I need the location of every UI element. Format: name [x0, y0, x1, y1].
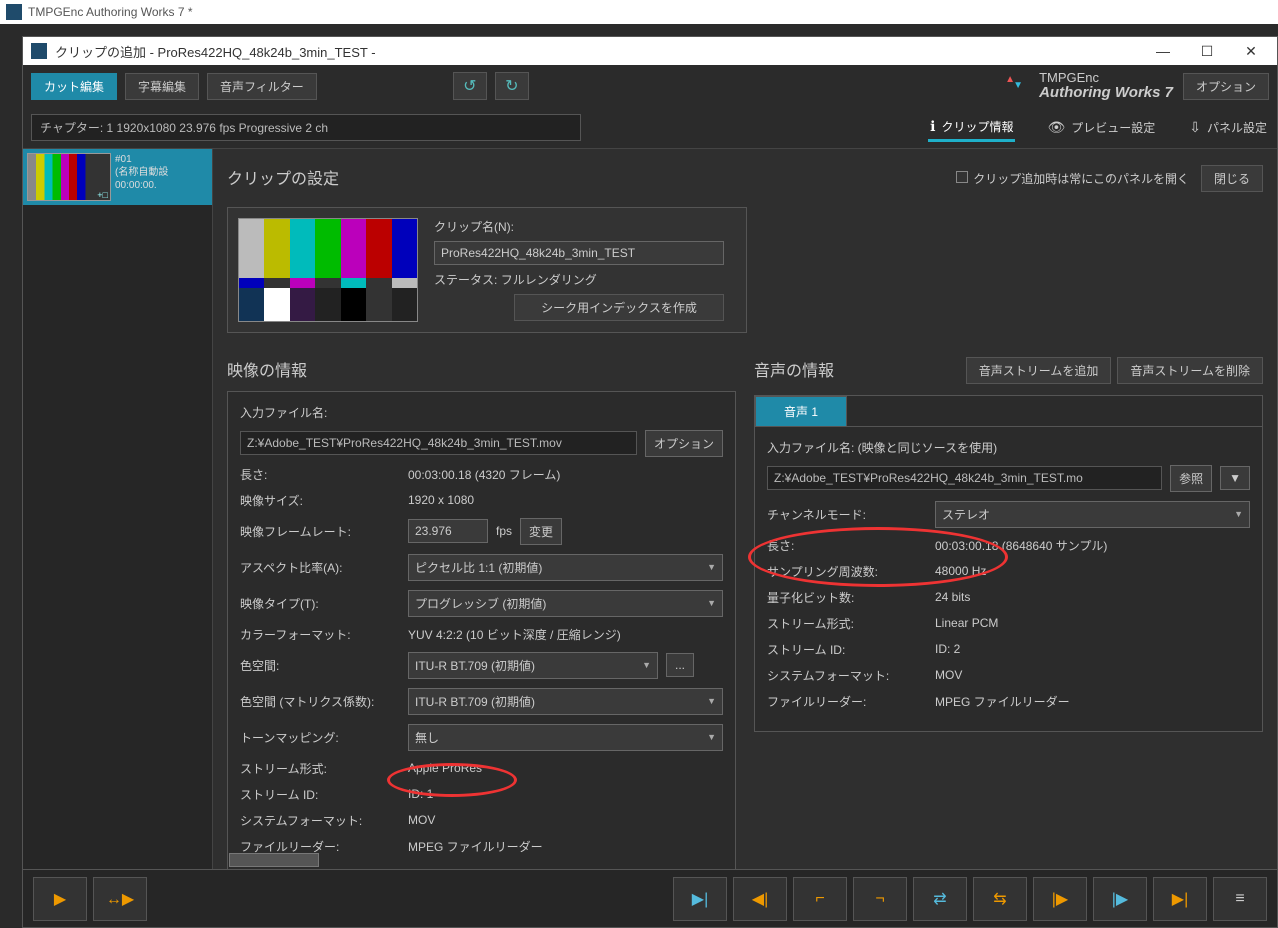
audio-length: 00:03:00.18 (8648640 サンプル): [935, 537, 1107, 554]
outer-titlebar: TMPGEnc Authoring Works 7 *: [0, 0, 1278, 24]
clip-name: (名称自動設: [115, 166, 168, 179]
status-label: ステータス:: [434, 273, 497, 287]
show-panel-checkbox[interactable]: クリップ追加時は常にこのパネルを開く: [956, 170, 1189, 187]
mark-out-button[interactable]: |▶: [1093, 877, 1147, 921]
add-audio-stream-button[interactable]: 音声ストリームを追加: [966, 357, 1112, 384]
audio-stream-id: ID: 2: [935, 642, 960, 656]
colorspace-more-button[interactable]: ...: [666, 653, 694, 677]
audio-dropdown-button[interactable]: ▼: [1220, 466, 1250, 490]
step-fwd-button[interactable]: |▶: [1033, 877, 1087, 921]
inner-window: クリップの追加 - ProRes422HQ_48k24b_3min_TEST -…: [22, 36, 1278, 928]
clip-list-item[interactable]: #01 (名称自動設 00:00:00.: [23, 149, 212, 205]
range-play-button[interactable]: ↔▶: [93, 877, 147, 921]
channel-mode-select[interactable]: ステレオ: [935, 501, 1250, 528]
logo-line2: Authoring Works 7: [1039, 84, 1173, 101]
video-input-path[interactable]: [240, 431, 637, 455]
clip-settings-panel: クリップ名(N): ステータス: フルレンダリング シーク用インデックスを作成: [227, 207, 747, 333]
step-back-button[interactable]: ◀|: [733, 877, 787, 921]
section-title: クリップの設定: [227, 165, 339, 189]
cut-edit-button[interactable]: カット編集: [31, 73, 117, 100]
audio-info-panel: 音声 1 入力ファイル名: (映像と同じソースを使用) 参照 ▼ チャンネルモー…: [754, 395, 1263, 732]
video-stream-id: ID: 1: [408, 787, 433, 801]
next-button[interactable]: ▶|: [1153, 877, 1207, 921]
video-length: 00:03:00.18 (4320 フレーム): [408, 466, 560, 483]
mark-in-button[interactable]: ▶|: [673, 877, 727, 921]
info-row: チャプター: 1 1920x1080 23.976 fps Progressiv…: [23, 108, 1277, 149]
colorspace-select[interactable]: ITU-R BT.709 (初期値): [408, 652, 658, 679]
audio-stream-format: Linear PCM: [935, 616, 998, 630]
redo-icon[interactable]: ↻: [495, 72, 529, 100]
video-reader: MPEG ファイルリーダー: [408, 838, 543, 855]
logo-line1: TMPGEnc: [1039, 71, 1173, 85]
undo-icon[interactable]: ↺: [453, 72, 487, 100]
aspect-select[interactable]: ピクセル比 1:1 (初期値): [408, 554, 723, 581]
close-icon[interactable]: ✕: [1241, 43, 1261, 60]
play-button[interactable]: ▶: [33, 877, 87, 921]
video-sys-format: MOV: [408, 813, 435, 827]
bracket-open-button[interactable]: ⌐: [793, 877, 847, 921]
color-format: YUV 4:2:2 (10 ビット深度 / 圧縮レンジ): [408, 626, 621, 643]
audio-input-label: 入力ファイル名: (映像と同じソースを使用): [767, 439, 997, 456]
seek-index-button[interactable]: シーク用インデックスを作成: [514, 294, 724, 321]
menu-button[interactable]: ≡: [1213, 877, 1267, 921]
clip-name-label: クリップ名(N):: [434, 218, 724, 235]
audio-bit-depth: 24 bits: [935, 590, 970, 604]
outer-title: TMPGEnc Authoring Works 7 *: [28, 5, 193, 19]
maximize-icon[interactable]: ☐: [1197, 43, 1217, 60]
video-info-panel: 入力ファイル名: オプション 長さ:00:03:00.18 (4320 フレーム…: [227, 391, 736, 877]
status-value: フルレンダリング: [501, 273, 597, 287]
video-option-button[interactable]: オプション: [645, 430, 723, 457]
main-toolbar: カット編集 字幕編集 音声フィルター ↺ ↻ TMPGEnc Authoring…: [23, 65, 1277, 108]
loop2-button[interactable]: ⇆: [973, 877, 1027, 921]
video-size: 1920 x 1080: [408, 493, 474, 507]
minimize-icon[interactable]: —: [1153, 43, 1173, 60]
inner-title: クリップの追加 - ProRes422HQ_48k24b_3min_TEST -: [55, 42, 376, 61]
video-stream-format: Apple ProRes: [408, 761, 482, 775]
tone-select[interactable]: 無し: [408, 724, 723, 751]
chapter-info: チャプター: 1 1920x1080 23.976 fps Progressiv…: [31, 114, 581, 141]
bracket-close-button[interactable]: ¬: [853, 877, 907, 921]
preview-thumbnail: [238, 218, 418, 322]
video-input-label: 入力ファイル名:: [240, 404, 400, 421]
tab-preview-settings[interactable]: 👁プレビュー設定: [1045, 115, 1157, 140]
delete-audio-stream-button[interactable]: 音声ストリームを削除: [1117, 357, 1263, 384]
subtitle-edit-button[interactable]: 字幕編集: [125, 73, 199, 100]
clip-name-input[interactable]: [434, 241, 724, 265]
fps-input[interactable]: [408, 519, 488, 543]
matrix-select[interactable]: ITU-R BT.709 (初期値): [408, 688, 723, 715]
fps-change-button[interactable]: 変更: [520, 518, 562, 545]
audio-sys-format: MOV: [935, 668, 962, 682]
clip-thumbnail: [27, 153, 111, 201]
horizontal-scrollbar[interactable]: [229, 853, 319, 867]
option-button[interactable]: オプション: [1183, 73, 1269, 100]
logo-icon: [1005, 74, 1029, 98]
app-icon: [6, 4, 22, 20]
download-icon: ⇩: [1189, 119, 1201, 136]
logo: TMPGEnc Authoring Works 7 オプション: [1005, 71, 1269, 102]
audio-tab-1[interactable]: 音声 1: [755, 396, 847, 426]
audio-section-title: 音声の情報: [754, 357, 834, 381]
tab-clip-info[interactable]: ℹクリップ情報: [928, 114, 1015, 142]
clip-list: #01 (名称自動設 00:00:00.: [23, 149, 213, 927]
clip-id: #01: [115, 153, 168, 166]
dialog-icon: [31, 43, 47, 59]
audio-reader: MPEG ファイルリーダー: [935, 693, 1070, 710]
loop-button[interactable]: ⇄: [913, 877, 967, 921]
browse-button[interactable]: 参照: [1170, 465, 1212, 492]
audio-sample-rate: 48000 Hz: [935, 564, 986, 578]
clip-time: 00:00:00.: [115, 179, 168, 192]
tab-panel-settings[interactable]: ⇩パネル設定: [1187, 115, 1269, 140]
transport-bar: ▶ ↔▶ ▶| ◀| ⌐ ¬ ⇄ ⇆ |▶ |▶ ▶| ≡: [23, 869, 1277, 927]
info-icon: ℹ: [930, 118, 935, 135]
eye-icon: 👁: [1047, 119, 1065, 136]
audio-input-path[interactable]: [767, 466, 1162, 490]
video-section-title: 映像の情報: [227, 357, 736, 381]
close-button[interactable]: 閉じる: [1201, 165, 1263, 192]
inner-titlebar: クリップの追加 - ProRes422HQ_48k24b_3min_TEST -…: [23, 37, 1277, 65]
video-type-select[interactable]: プログレッシブ (初期値): [408, 590, 723, 617]
audio-filter-button[interactable]: 音声フィルター: [207, 73, 317, 100]
